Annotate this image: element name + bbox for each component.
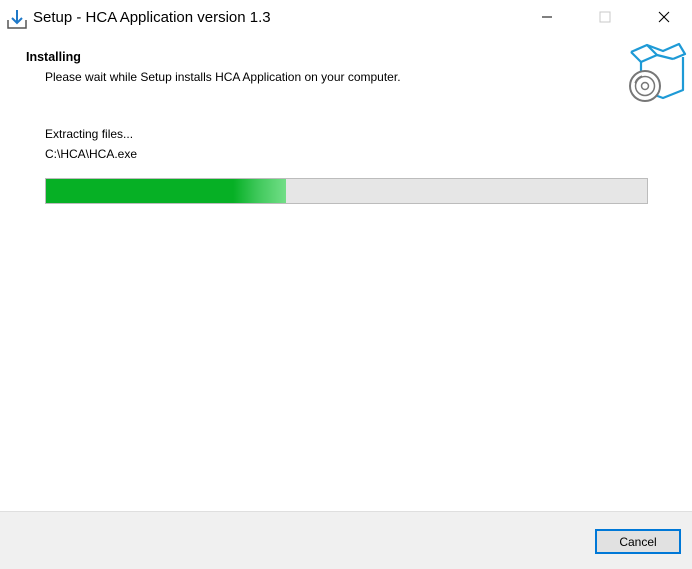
cancel-button[interactable]: Cancel [595, 529, 681, 554]
page-subtitle: Please wait while Setup installs HCA App… [45, 70, 401, 84]
maximize-icon [599, 10, 611, 28]
footer-bar [0, 511, 692, 569]
title-bar: Setup - HCA Application version 1.3 [0, 0, 692, 37]
maximize-button[interactable] [582, 0, 628, 37]
page-title: Installing [26, 50, 81, 64]
current-file-path: C:\HCA\HCA.exe [45, 147, 138, 161]
progress-bar [45, 178, 648, 204]
box-with-disc-icon [623, 40, 689, 106]
status-text: Extracting files... [45, 127, 134, 141]
close-icon [658, 10, 670, 28]
window-title: Setup - HCA Application version 1.3 [33, 9, 271, 26]
close-button[interactable] [641, 0, 687, 37]
minimize-icon [541, 10, 553, 28]
download-installer-icon [6, 8, 28, 30]
progress-bar-fill [46, 179, 287, 203]
minimize-button[interactable] [524, 0, 570, 37]
